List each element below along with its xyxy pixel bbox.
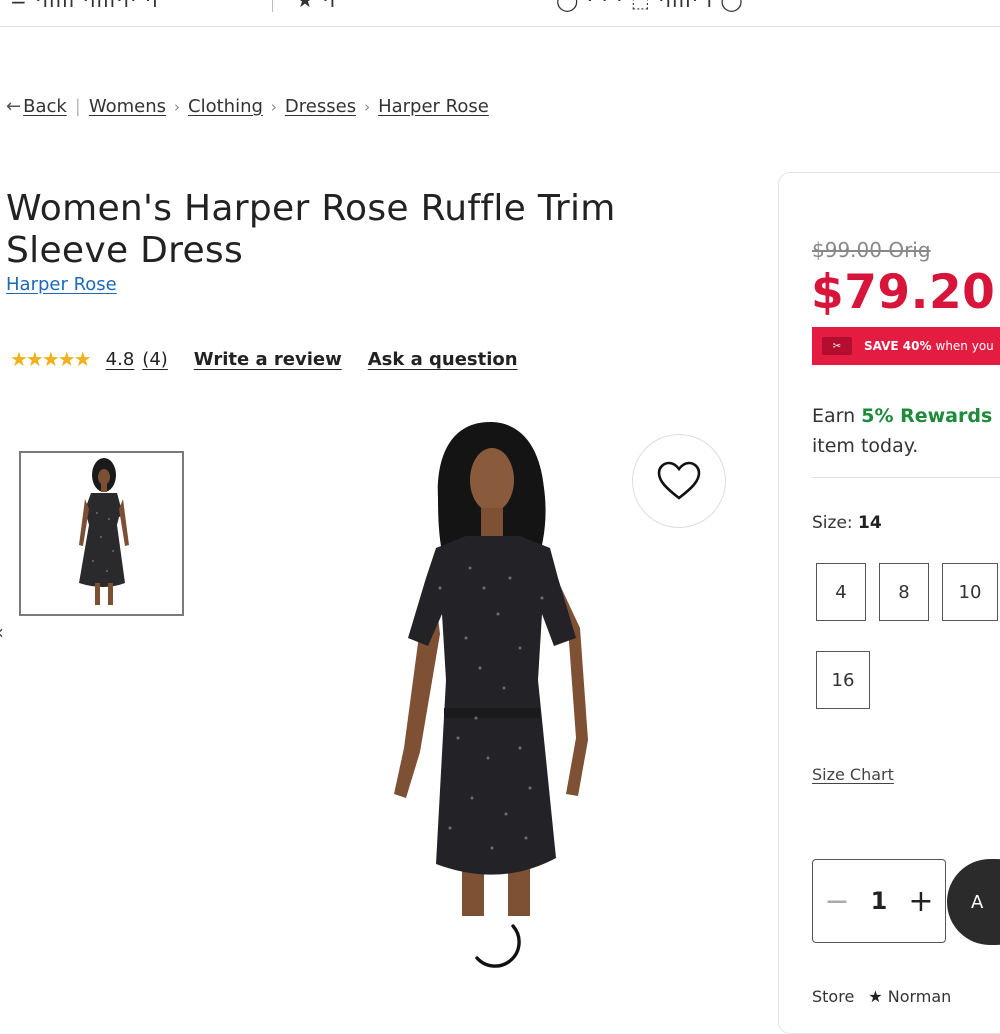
star-icon: ★ — [868, 987, 883, 1006]
star-rating-icon: ★★★★★ — [10, 347, 92, 371]
brand-link[interactable]: Harper Rose — [6, 274, 117, 295]
chevron-right-icon: › — [270, 98, 277, 116]
save-offer-strong: SAVE 40% — [864, 339, 932, 353]
ask-question-link[interactable]: Ask a question — [368, 349, 518, 370]
rating-row: ★★★★★ 4.8 (4) Write a review Ask a quest… — [10, 346, 518, 372]
top-nav-divider — [272, 0, 273, 12]
favorite-button[interactable] — [632, 434, 726, 528]
size-chart-link[interactable]: Size Chart — [812, 765, 894, 784]
top-nav-middle[interactable]: ★ ·ı — [296, 0, 336, 12]
size-selected-value: 14 — [858, 513, 882, 533]
loading-spinner-icon — [475, 924, 521, 968]
save-offer-text: when you — [935, 339, 994, 353]
carousel-prev-icon[interactable]: ‹ — [0, 620, 4, 644]
breadcrumb-dresses[interactable]: Dresses — [285, 96, 356, 117]
top-nav-bar: = ·ııııı ·ıııı·ı· ·ı ★ ·ı ◯ · · · ⬚ ·ııı… — [0, 0, 1000, 27]
rating-value[interactable]: 4.8 — [106, 349, 135, 370]
add-to-cart-button[interactable]: A — [947, 859, 1000, 945]
heart-icon — [657, 461, 701, 500]
save-offer-banner[interactable]: ✂ SAVE 40% when you — [812, 327, 1000, 365]
product-title: Women's Harper Rose Ruffle Trim Sleeve D… — [6, 188, 616, 271]
breadcrumb: ← Back | Womens › Clothing › Dresses › Harper Ros… — [6, 96, 489, 117]
breadcrumb-harper-rose[interactable]: Harper Rose — [378, 96, 489, 117]
write-review-link[interactable]: Write a review — [194, 349, 342, 370]
back-link[interactable]: Back — [23, 96, 67, 117]
purchase-panel: $99.00 Orig $79.20 ✂ SAVE 40% when you E… — [778, 172, 1000, 1034]
product-thumbnail[interactable] — [19, 451, 184, 616]
size-option-8[interactable]: 8 — [879, 563, 929, 621]
quantity-value[interactable]: 1 — [871, 887, 888, 915]
top-nav-left[interactable]: = ·ııııı ·ıııı·ı· ·ı — [10, 0, 159, 12]
rewards-line2: item today. — [812, 435, 919, 457]
sale-price: $79.20 — [811, 265, 996, 320]
rewards-prefix: Earn — [812, 405, 862, 427]
store-name[interactable]: Norman — [888, 987, 952, 1006]
size-option-4[interactable]: 4 — [816, 563, 866, 621]
rewards-highlight: 5% Rewards — [861, 405, 993, 427]
rewards-text: Earn 5% Rewards item today. — [812, 401, 992, 461]
size-label: Size: 14 — [812, 513, 882, 533]
size-option-10[interactable]: 10 — [942, 563, 998, 621]
breadcrumb-womens[interactable]: Womens — [89, 96, 166, 117]
store-label: Store — [812, 987, 855, 1006]
review-count[interactable]: (4) — [142, 349, 168, 370]
panel-divider — [812, 477, 1000, 478]
back-arrow-icon[interactable]: ← — [6, 96, 21, 117]
breadcrumb-divider: | — [74, 96, 81, 117]
size-option-16[interactable]: 16 — [816, 651, 870, 709]
size-label-text: Size: — [812, 513, 853, 533]
quantity-decrease-button[interactable]: − — [823, 884, 851, 919]
chevron-right-icon: › — [364, 98, 371, 116]
main-product-image — [394, 422, 588, 916]
breadcrumb-clothing[interactable]: Clothing — [188, 96, 263, 117]
coupon-icon: ✂ — [822, 337, 852, 355]
quantity-increase-button[interactable]: + — [907, 884, 935, 919]
store-pickup-row: Store ★ Norman — [812, 987, 951, 1006]
original-price: $99.00 Orig — [812, 238, 931, 262]
chevron-right-icon: › — [174, 98, 181, 116]
thumbnail-dress-image — [79, 458, 129, 605]
quantity-stepper: − 1 + — [812, 859, 946, 943]
add-to-cart-label: A — [971, 891, 984, 913]
top-nav-right[interactable]: ◯ · · · ⬚ ·ıııı· ı ◯ — [556, 0, 744, 12]
